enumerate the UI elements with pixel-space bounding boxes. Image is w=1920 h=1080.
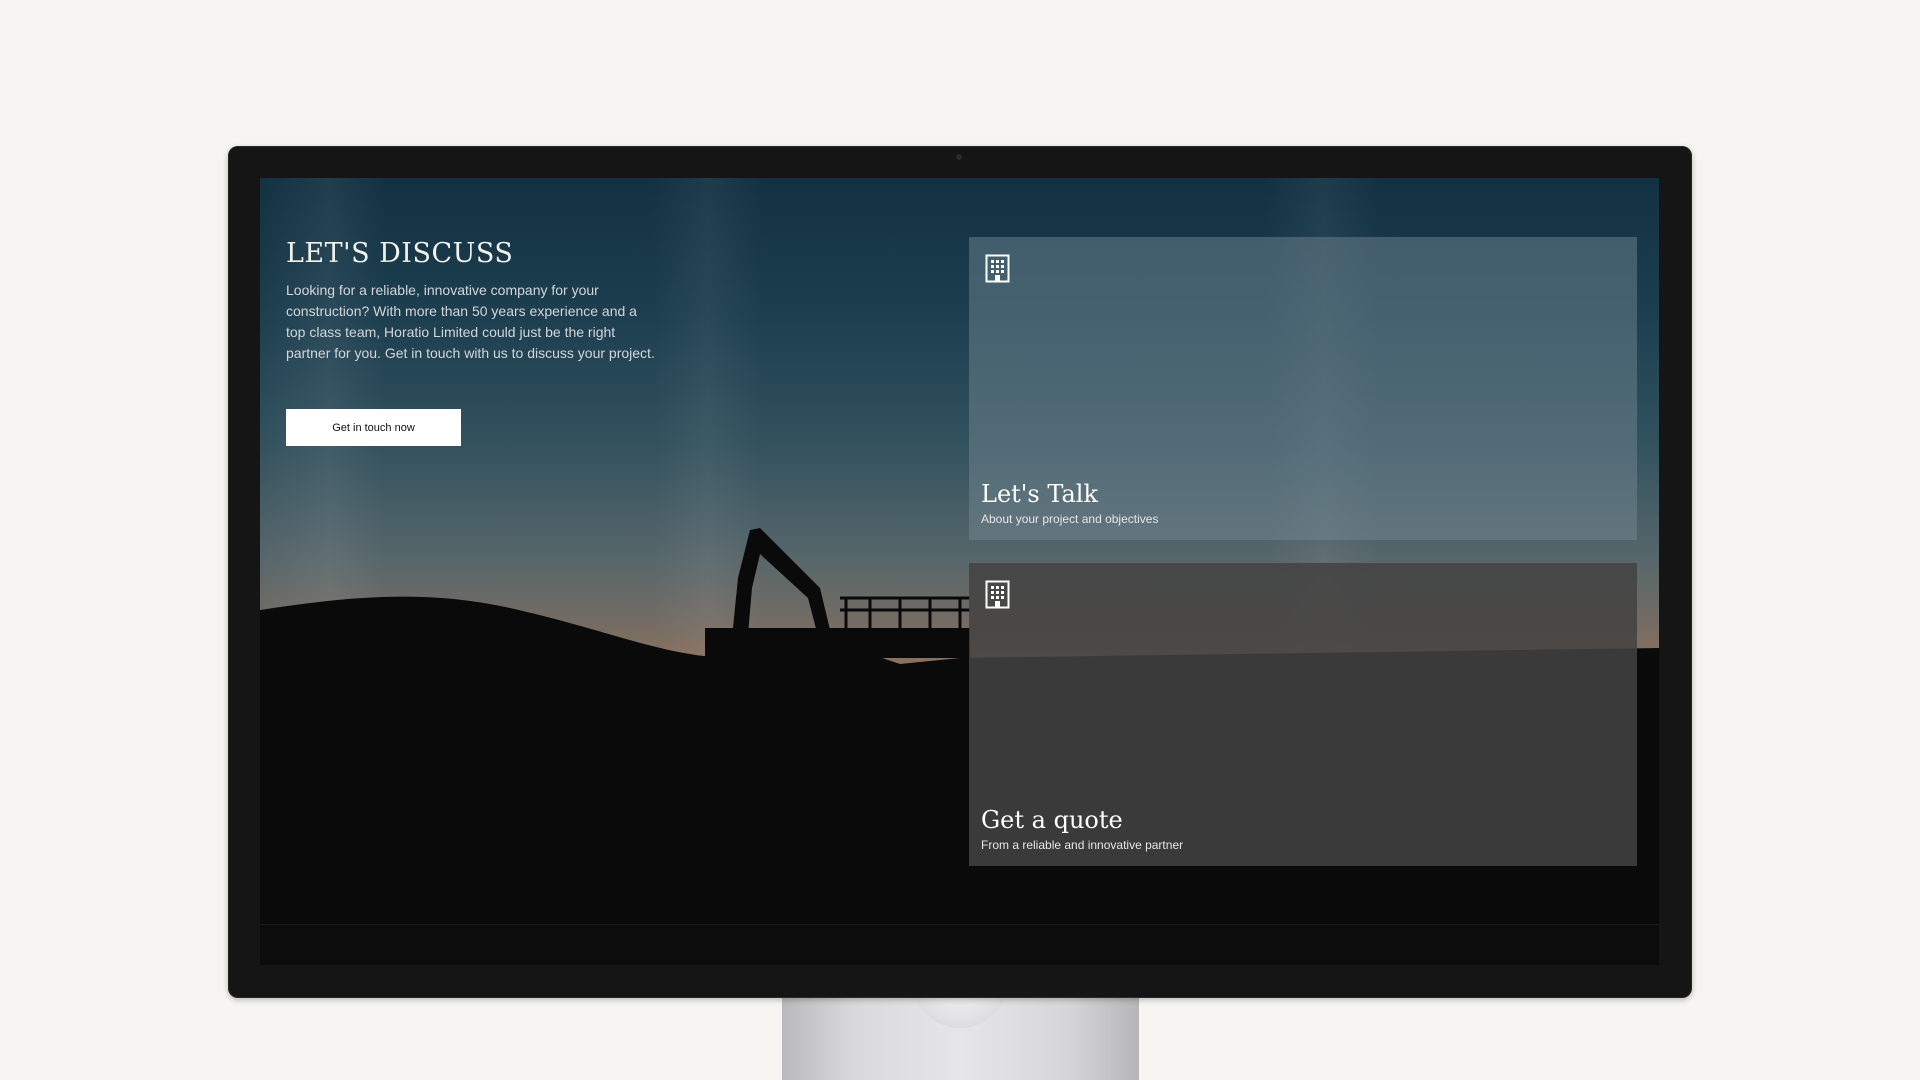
building-icon [985,580,1010,609]
camera-dot [956,154,962,160]
website-screen: LET'S DISCUSS Looking for a reliable, in… [260,178,1659,965]
page-footer-bar [260,924,1659,965]
display-mockup: LET'S DISCUSS Looking for a reliable, in… [0,0,1920,1080]
hero-title: LET'S DISCUSS [286,238,514,269]
get-a-quote-title: Get a quote [981,806,1123,834]
lets-talk-card[interactable]: Let's Talk About your project and object… [969,237,1637,540]
get-in-touch-button[interactable]: Get in touch now [286,409,461,446]
lets-talk-subtitle: About your project and objectives [981,512,1159,526]
get-a-quote-subtitle: From a reliable and innovative partner [981,838,1184,852]
lets-talk-title: Let's Talk [981,480,1098,508]
get-a-quote-card[interactable]: Get a quote From a reliable and innovati… [969,563,1637,866]
hero-description: Looking for a reliable, innovative compa… [286,282,655,361]
building-icon [985,254,1010,283]
